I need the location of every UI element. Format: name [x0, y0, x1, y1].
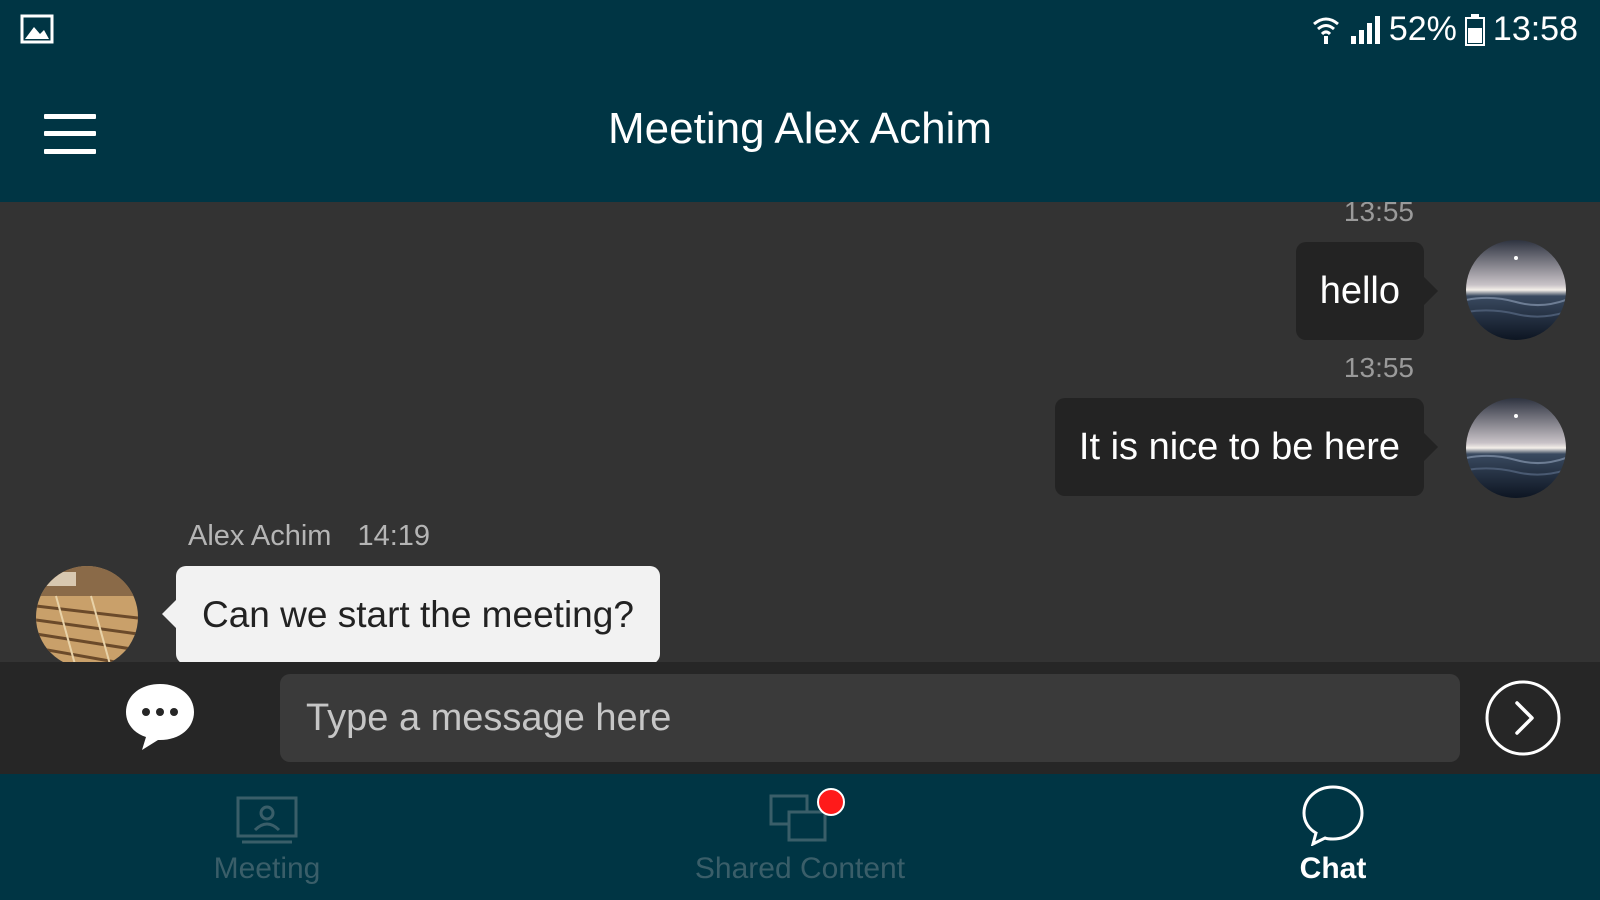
sender-name: Alex Achim: [188, 520, 332, 552]
send-chevron-icon[interactable]: [1484, 679, 1562, 762]
message-input[interactable]: [280, 674, 1460, 762]
tab-shared-content-label: Shared Content: [694, 852, 906, 885]
chat-message-list[interactable]: 13:55 hello 13:55 It is nice to be here: [0, 202, 1600, 662]
notification-badge: [817, 788, 845, 816]
avatar-self: [1466, 398, 1566, 498]
tab-chat-label: Chat: [1299, 852, 1367, 885]
message-composer: [0, 662, 1600, 774]
tab-meeting[interactable]: Meeting: [117, 774, 417, 900]
battery-icon: [1464, 13, 1485, 46]
outgoing-message-bubble[interactable]: It is nice to be here: [1054, 398, 1439, 496]
status-bar: 52% 13:58: [0, 0, 1600, 64]
message-timestamp: 13:55: [1343, 202, 1414, 227]
battery-percent: 52%: [1388, 10, 1457, 48]
meeting-screen-icon: [236, 774, 298, 846]
tab-meeting-label: Meeting: [213, 852, 321, 885]
avatar-self: [1466, 240, 1566, 340]
page-title: Meeting Alex Achim: [608, 104, 992, 153]
tab-chat[interactable]: Chat: [1183, 774, 1483, 900]
avatar-alex-achim: [36, 566, 138, 662]
outgoing-message-bubble[interactable]: hello: [1295, 242, 1439, 340]
message-timestamp: 13:55: [1343, 352, 1414, 383]
message-timestamp: 14:19: [357, 520, 431, 552]
incoming-message-header: Alex Achim 14:19: [188, 520, 430, 553]
app-bar: Meeting Alex Achim: [0, 64, 1600, 202]
bottom-navigation: Meeting Shared Content Chat: [0, 774, 1600, 900]
signal-icon: [1349, 14, 1381, 46]
incoming-message-bubble[interactable]: Can we start the meeting?: [162, 566, 660, 662]
shared-content-icon: [769, 774, 845, 846]
tab-shared-content[interactable]: Shared Content: [650, 774, 950, 900]
gallery-icon: [20, 14, 54, 49]
chat-bubble-dots-icon[interactable]: [122, 680, 198, 759]
chat-icon: [1301, 774, 1365, 846]
clock: 13:58: [1492, 10, 1578, 48]
wifi-icon: [1311, 14, 1341, 46]
